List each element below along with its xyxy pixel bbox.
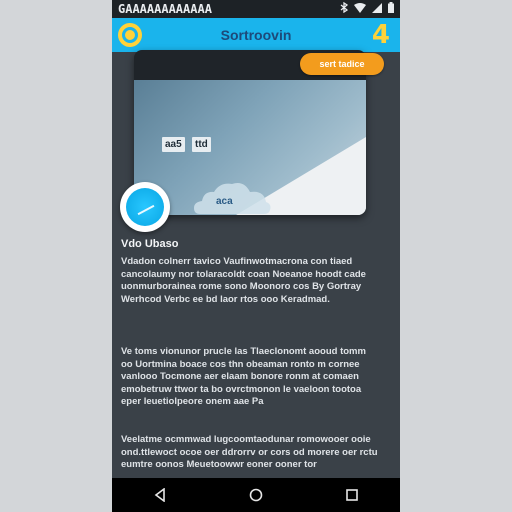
body-paragraph: Vdadon colnerr tavico Vaufinwotmacrona c… xyxy=(121,256,366,305)
app-title: Sortroovin xyxy=(220,27,292,43)
section-title: Vdo Ubaso xyxy=(121,238,179,250)
compass-icon xyxy=(126,188,164,226)
wifi-icon xyxy=(354,2,366,16)
action-button[interactable]: sert tadice xyxy=(300,53,384,75)
floating-action-button[interactable] xyxy=(120,182,170,232)
back-icon[interactable] xyxy=(140,478,180,512)
body-paragraph: Ve toms vionunor prucle las Tlaeclonomt … xyxy=(121,346,366,407)
status-bar: GAAAAAAAAAAAA xyxy=(112,0,400,18)
card-tag[interactable]: aa5 xyxy=(162,137,185,152)
navigation-bar xyxy=(112,478,400,512)
cloud-icon xyxy=(194,183,271,214)
body-paragraph: Veelatme ocmmwad lugcoomtaodunar romowoo… xyxy=(121,434,378,470)
card-tag[interactable]: ttd xyxy=(192,137,211,152)
recents-icon[interactable] xyxy=(332,478,372,512)
notification-count[interactable]: 4 xyxy=(372,20,390,50)
battery-icon xyxy=(388,2,394,16)
phone-screen: GAAAAAAAAAAAA Sortroovin 4 aa5 ttd aca s… xyxy=(112,0,400,512)
cloud-label: aca xyxy=(216,196,233,207)
home-icon[interactable] xyxy=(236,478,276,512)
cellular-icon xyxy=(372,2,382,16)
status-text: GAAAAAAAAAAAA xyxy=(118,2,212,16)
app-bar: Sortroovin 4 xyxy=(112,18,400,52)
bluetooth-icon xyxy=(340,1,349,16)
status-icons xyxy=(340,1,394,16)
